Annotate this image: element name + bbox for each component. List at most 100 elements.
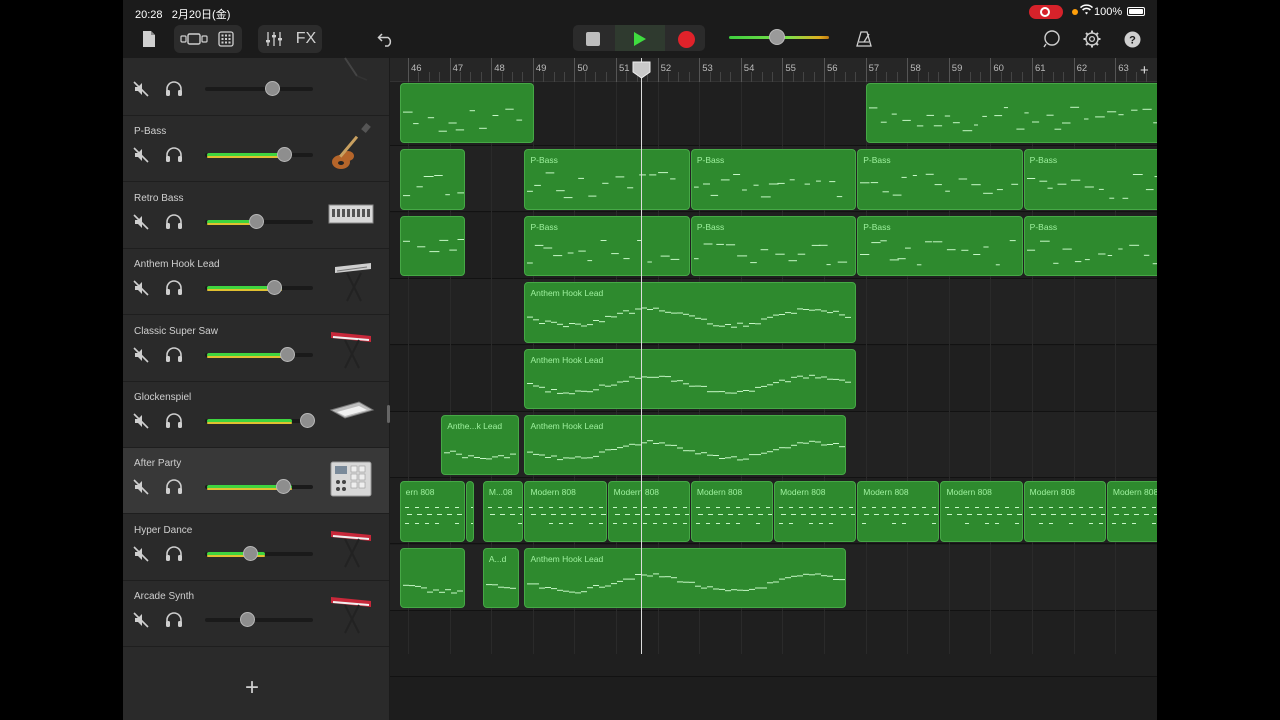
guitar-icon[interactable] (327, 54, 375, 110)
synth-module-icon[interactable] (327, 187, 375, 243)
volume-knob[interactable] (243, 545, 259, 561)
midi-region[interactable]: ern 808 (399, 481, 466, 542)
arrangement-area[interactable]: P-Bass P-Bass P-Bass P-Bass P-Bass P-Bass P-Ba… (390, 58, 1157, 720)
track-header[interactable]: Glockenspiel (123, 382, 389, 448)
playhead-handle-icon[interactable] (632, 61, 651, 79)
track-lane[interactable] (390, 611, 1157, 678)
track-header[interactable]: After Party (123, 448, 389, 515)
solo-headphones-icon[interactable] (165, 346, 183, 364)
track-volume-slider[interactable] (205, 81, 313, 96)
solo-headphones-icon[interactable] (165, 279, 183, 297)
midi-region[interactable] (865, 83, 1157, 144)
midi-region[interactable]: Anthem Hook Lead (524, 547, 846, 609)
undo-icon[interactable] (375, 26, 397, 52)
solo-headphones-icon[interactable] (165, 80, 183, 98)
volume-knob[interactable] (299, 413, 315, 428)
mute-icon[interactable] (133, 612, 149, 628)
loop-browser-icon[interactable] (1041, 26, 1063, 52)
midi-region[interactable]: M...08 (482, 481, 524, 542)
midi-region[interactable]: Modern 808 (1023, 481, 1106, 542)
mute-icon[interactable] (133, 147, 149, 163)
help-icon[interactable]: ? (1121, 26, 1143, 52)
track-volume-slider[interactable] (205, 213, 313, 229)
solo-headphones-icon[interactable] (165, 412, 183, 430)
volume-knob[interactable] (267, 280, 283, 296)
midi-region[interactable]: Anthem Hook Lead (524, 415, 846, 476)
midi-region[interactable]: Modern 808 (607, 481, 690, 542)
metronome-icon[interactable] (853, 26, 875, 52)
mute-icon[interactable] (133, 413, 149, 429)
midi-region[interactable] (399, 83, 534, 144)
midi-region[interactable]: P-Bass (690, 149, 857, 210)
midi-region[interactable]: Anthe...k Lead (441, 415, 520, 476)
midi-region[interactable] (399, 215, 466, 277)
midi-region[interactable]: Modern 808 (1106, 481, 1157, 542)
volume-knob[interactable] (240, 612, 256, 628)
track-volume-slider[interactable] (205, 479, 313, 495)
volume-knob[interactable] (248, 213, 264, 229)
track-controls-icon[interactable] (263, 26, 285, 52)
keyboard-stand-icon[interactable] (327, 253, 375, 309)
solo-headphones-icon[interactable] (165, 611, 183, 629)
track-header[interactable]: Arcade Synth (123, 581, 389, 648)
midi-region[interactable] (466, 481, 475, 542)
track-volume-slider[interactable] (205, 346, 313, 362)
track-header[interactable]: Anthem Hook Lead (123, 249, 389, 316)
mute-icon[interactable] (133, 81, 149, 97)
midi-region[interactable]: P-Bass (857, 149, 1023, 210)
track-volume-slider[interactable] (205, 280, 313, 296)
midi-region[interactable]: Modern 808 (774, 481, 857, 542)
timeline-ruler[interactable]: + 46 47 48 49 50 51 52 53 54 55 56 57 58 59 60 61 62 63 (390, 58, 1157, 82)
my-songs-icon[interactable] (139, 26, 159, 52)
master-volume-slider[interactable] (729, 29, 829, 45)
drum-machine-icon[interactable] (327, 452, 375, 508)
settings-gear-icon[interactable] (1081, 26, 1103, 52)
midi-region[interactable]: Anthem Hook Lead (524, 348, 857, 409)
stop-button[interactable] (582, 26, 604, 52)
midi-region[interactable]: Modern 808 (940, 481, 1023, 542)
add-track-icon[interactable]: + (245, 674, 265, 701)
solo-headphones-icon[interactable] (165, 545, 183, 563)
track-header[interactable]: P-Bass (123, 116, 389, 183)
track-volume-slider[interactable] (205, 413, 315, 428)
midi-region[interactable]: P-Bass (1023, 149, 1157, 210)
midi-region[interactable] (399, 149, 466, 210)
midi-region[interactable]: Modern 808 (524, 481, 607, 542)
track-header[interactable]: Retro Bass (123, 183, 389, 249)
record-button[interactable] (675, 26, 697, 52)
red-keyboard-icon[interactable] (327, 519, 375, 575)
mute-icon[interactable] (133, 479, 149, 495)
mute-icon[interactable] (133, 546, 149, 562)
solo-headphones-icon[interactable] (165, 478, 183, 496)
midi-region[interactable]: P-Bass (857, 215, 1023, 277)
fx-button[interactable]: FX (293, 26, 319, 52)
midi-region[interactable] (399, 547, 466, 609)
midi-region[interactable]: Anthem Hook Lead (524, 282, 857, 343)
tracks-view-icon[interactable] (215, 26, 237, 52)
playhead-line[interactable] (640, 58, 642, 654)
volume-knob[interactable] (280, 346, 296, 362)
volume-knob[interactable] (275, 479, 291, 495)
midi-region[interactable]: Modern 808 (690, 481, 774, 542)
solo-headphones-icon[interactable] (165, 146, 183, 164)
mute-icon[interactable] (133, 347, 149, 363)
track-header[interactable]: Classic Super Saw (123, 316, 389, 382)
midi-region[interactable]: P-Bass (524, 215, 690, 277)
add-section-icon[interactable]: + (1140, 62, 1149, 79)
track-volume-slider[interactable] (205, 147, 313, 163)
solo-headphones-icon[interactable] (165, 213, 183, 231)
track-volume-slider[interactable] (205, 612, 313, 628)
browser-view-icon[interactable] (178, 26, 210, 52)
mute-icon[interactable] (133, 280, 149, 296)
midi-region[interactable]: P-Bass (690, 215, 857, 277)
midi-region[interactable]: A...d (482, 547, 520, 609)
track-volume-slider[interactable] (205, 545, 313, 561)
red-keyboard-icon[interactable] (327, 320, 375, 376)
bass-guitar-icon[interactable] (327, 120, 375, 176)
play-button[interactable] (629, 26, 651, 52)
midi-region[interactable]: P-Bass (1023, 215, 1157, 277)
midi-region[interactable]: P-Bass (524, 149, 690, 210)
track-header[interactable] (123, 50, 389, 116)
volume-knob[interactable] (264, 81, 280, 96)
mute-icon[interactable] (133, 214, 149, 230)
